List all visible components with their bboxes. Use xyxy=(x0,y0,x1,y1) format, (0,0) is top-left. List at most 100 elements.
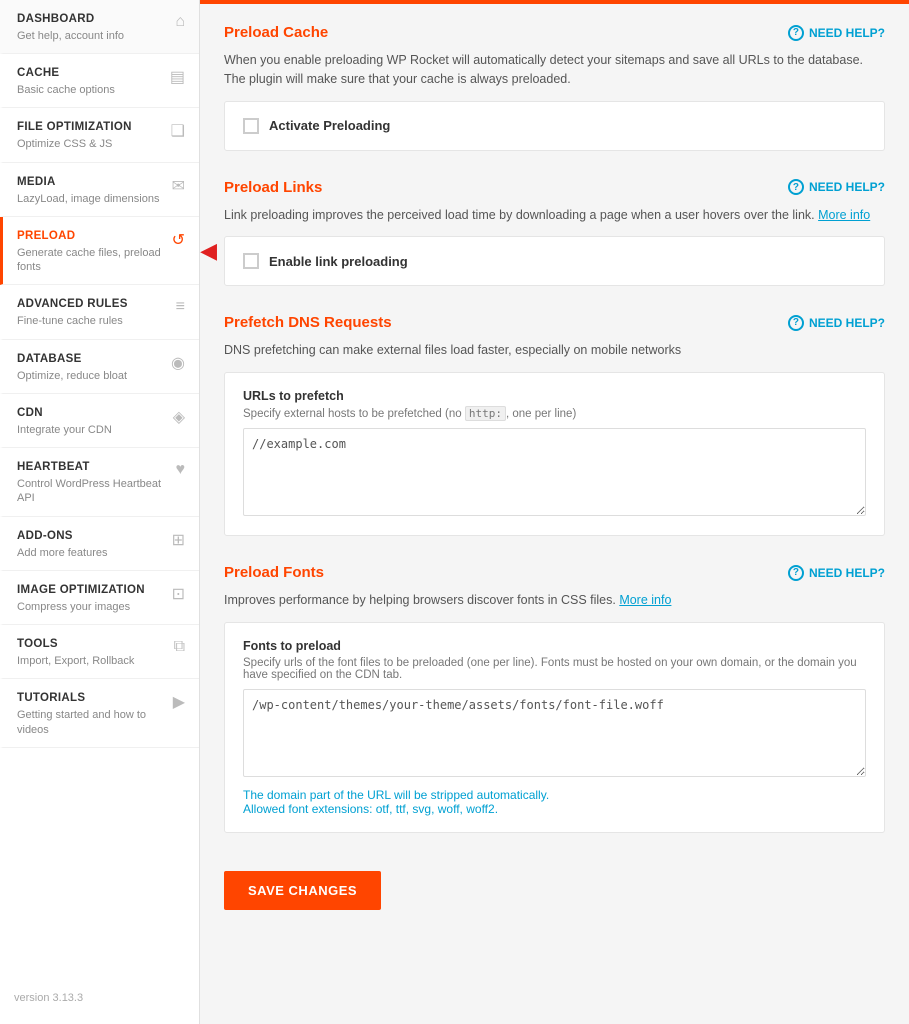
sidebar-item-sub-image-optimization: Compress your images xyxy=(17,600,166,614)
section-title-preload-fonts: Preload Fonts xyxy=(224,564,324,581)
section-title-preload-cache: Preload Cache xyxy=(224,24,328,41)
sidebar-item-title-database: DATABASE xyxy=(17,352,165,367)
sidebar-item-tools[interactable]: TOOLS Import, Export, Rollback ⧉ xyxy=(0,625,199,679)
section-desc-preload-links: Link preloading improves the perceived l… xyxy=(224,206,885,225)
checkbox-preload-cache[interactable] xyxy=(243,118,259,134)
sidebar-item-text-cache: CACHE Basic cache options xyxy=(17,66,164,97)
sidebar-icon-tools: ⧉ xyxy=(174,638,185,656)
section-desc-preload-fonts: Improves performance by helping browsers… xyxy=(224,591,885,610)
sidebar: DASHBOARD Get help, account info ⌂ CACHE… xyxy=(0,0,200,1024)
section-title-prefetch-dns: Prefetch DNS Requests xyxy=(224,314,392,331)
sidebar-item-title-preload: PRELOAD xyxy=(17,229,166,244)
main-content: Preload Cache ? NEED HELP? When you enab… xyxy=(200,0,909,1024)
sidebar-item-media[interactable]: MEDIA LazyLoad, image dimensions ✉ xyxy=(0,163,199,217)
need-help-label-preload-links: NEED HELP? xyxy=(809,180,885,194)
sidebar-item-advanced-rules[interactable]: ADVANCED RULES Fine-tune cache rules ≡ xyxy=(0,285,199,339)
sidebar-item-sub-database: Optimize, reduce bloat xyxy=(17,369,165,383)
prefetch-textarea[interactable]: //example.com xyxy=(243,428,866,516)
sidebar-item-cdn[interactable]: CDN Integrate your CDN ◈ xyxy=(0,394,199,448)
sidebar-icon-heartbeat: ♥ xyxy=(176,461,186,479)
sidebar-item-sub-tutorials: Getting started and how to videos xyxy=(17,708,167,737)
active-arrow-icon: ◀ xyxy=(200,238,217,264)
checkbox-label-preload-links: Enable link preloading xyxy=(269,254,408,269)
sidebar-item-file-optimization[interactable]: FILE OPTIMIZATION Optimize CSS & JS ❑ xyxy=(0,108,199,162)
sidebar-item-title-heartbeat: HEARTBEAT xyxy=(17,460,170,475)
save-changes-button[interactable]: SAVE CHANGES xyxy=(224,871,381,910)
section-preload-cache: Preload Cache ? NEED HELP? When you enab… xyxy=(224,24,885,151)
sidebar-item-title-dashboard: DASHBOARD xyxy=(17,12,169,27)
sidebar-item-add-ons[interactable]: ADD-ONS Add more features ⊞ xyxy=(0,517,199,571)
section-header-preload-links: Preload Links ? NEED HELP? xyxy=(224,179,885,196)
card-preload-links: Enable link preloading xyxy=(224,236,885,286)
need-help-icon-preload-fonts: ? xyxy=(788,565,804,581)
sidebar-icon-preload: ↺ xyxy=(172,230,185,250)
sidebar-item-cache[interactable]: CACHE Basic cache options ▤ xyxy=(0,54,199,108)
checkbox-row-preload-links[interactable]: Enable link preloading xyxy=(243,253,866,269)
fonts-textarea[interactable]: /wp-content/themes/your-theme/assets/fon… xyxy=(243,689,866,777)
sidebar-icon-advanced-rules: ≡ xyxy=(176,298,185,316)
sidebar-icon-tutorials: ▶ xyxy=(173,692,185,712)
sidebar-item-sub-cache: Basic cache options xyxy=(17,83,164,97)
sidebar-item-sub-advanced-rules: Fine-tune cache rules xyxy=(17,314,170,328)
checkbox-preload-links[interactable] xyxy=(243,253,259,269)
sidebar-icon-cache: ▤ xyxy=(170,67,185,87)
sidebar-item-image-optimization[interactable]: IMAGE OPTIMIZATION Compress your images … xyxy=(0,571,199,625)
need-help-icon-preload-links: ? xyxy=(788,179,804,195)
sidebar-item-sub-dashboard: Get help, account info xyxy=(17,29,169,43)
section-header-prefetch-dns: Prefetch DNS Requests ? NEED HELP? xyxy=(224,314,885,331)
need-help-label-prefetch-dns: NEED HELP? xyxy=(809,316,885,330)
version-label: version 3.13.3 xyxy=(0,978,199,1004)
sidebar-item-text-dashboard: DASHBOARD Get help, account info xyxy=(17,12,169,43)
sidebar-item-sub-heartbeat: Control WordPress Heartbeat API xyxy=(17,477,170,506)
sidebar-item-title-cdn: CDN xyxy=(17,406,167,421)
need-help-label-preload-cache: NEED HELP? xyxy=(809,26,885,40)
sidebar-item-text-cdn: CDN Integrate your CDN xyxy=(17,406,167,437)
need-help-preload-cache[interactable]: ? NEED HELP? xyxy=(788,25,885,41)
sidebar-item-sub-add-ons: Add more features xyxy=(17,546,166,560)
sidebar-item-sub-media: LazyLoad, image dimensions xyxy=(17,192,166,206)
sidebar-item-text-database: DATABASE Optimize, reduce bloat xyxy=(17,352,165,383)
sidebar-icon-file-optimization: ❑ xyxy=(171,121,185,141)
card-prefetch-dns: URLs to prefetch Specify external hosts … xyxy=(224,372,885,536)
section-link-preload-links[interactable]: More info xyxy=(818,208,870,222)
section-link-preload-fonts[interactable]: More info xyxy=(619,593,671,607)
sidebar-item-sub-cdn: Integrate your CDN xyxy=(17,423,167,437)
field-sub-prefetch-dns: Specify external hosts to be prefetched … xyxy=(243,407,866,420)
field-label-prefetch-dns: URLs to prefetch xyxy=(243,389,866,403)
need-help-icon-prefetch-dns: ? xyxy=(788,315,804,331)
section-header-preload-fonts: Preload Fonts ? NEED HELP? xyxy=(224,564,885,581)
card-preload-fonts: Fonts to preload Specify urls of the fon… xyxy=(224,622,885,833)
sidebar-item-title-advanced-rules: ADVANCED RULES xyxy=(17,297,170,312)
sidebar-item-sub-file-optimization: Optimize CSS & JS xyxy=(17,137,165,151)
sidebar-icon-add-ons: ⊞ xyxy=(172,530,185,550)
sidebar-item-text-advanced-rules: ADVANCED RULES Fine-tune cache rules xyxy=(17,297,170,328)
need-help-prefetch-dns[interactable]: ? NEED HELP? xyxy=(788,315,885,331)
need-help-preload-links[interactable]: ? NEED HELP? xyxy=(788,179,885,195)
sidebar-item-title-tools: TOOLS xyxy=(17,637,168,652)
section-preload-links: Preload Links ? NEED HELP? Link preloadi… xyxy=(224,179,885,287)
sidebar-item-title-tutorials: TUTORIALS xyxy=(17,691,167,706)
sidebar-item-text-tutorials: TUTORIALS Getting started and how to vid… xyxy=(17,691,167,737)
sidebar-item-database[interactable]: DATABASE Optimize, reduce bloat ◉ xyxy=(0,340,199,394)
sidebar-item-tutorials[interactable]: TUTORIALS Getting started and how to vid… xyxy=(0,679,199,748)
sidebar-item-preload[interactable]: ◀ PRELOAD Generate cache files, preload … xyxy=(0,217,199,286)
field-code-prefetch-dns: http: xyxy=(465,406,506,421)
need-help-preload-fonts[interactable]: ? NEED HELP? xyxy=(788,565,885,581)
field-label-preload-fonts: Fonts to preload xyxy=(243,639,866,653)
sidebar-icon-dashboard: ⌂ xyxy=(175,13,185,31)
checkbox-row-preload-cache[interactable]: Activate Preloading xyxy=(243,118,866,134)
sidebar-item-title-cache: CACHE xyxy=(17,66,164,81)
sidebar-item-dashboard[interactable]: DASHBOARD Get help, account info ⌂ xyxy=(0,0,199,54)
section-prefetch-dns: Prefetch DNS Requests ? NEED HELP? DNS p… xyxy=(224,314,885,536)
sidebar-item-text-media: MEDIA LazyLoad, image dimensions xyxy=(17,175,166,206)
sidebar-icon-media: ✉ xyxy=(172,176,185,196)
sidebar-item-sub-tools: Import, Export, Rollback xyxy=(17,654,168,668)
checkbox-label-preload-cache: Activate Preloading xyxy=(269,118,390,133)
sidebar-item-title-file-optimization: FILE OPTIMIZATION xyxy=(17,120,165,135)
sidebar-item-text-heartbeat: HEARTBEAT Control WordPress Heartbeat AP… xyxy=(17,460,170,506)
sidebar-item-text-tools: TOOLS Import, Export, Rollback xyxy=(17,637,168,668)
sidebar-item-text-image-optimization: IMAGE OPTIMIZATION Compress your images xyxy=(17,583,166,614)
sidebar-item-heartbeat[interactable]: HEARTBEAT Control WordPress Heartbeat AP… xyxy=(0,448,199,517)
sidebar-icon-image-optimization: ⊡ xyxy=(172,584,185,604)
section-title-preload-links: Preload Links xyxy=(224,179,322,196)
